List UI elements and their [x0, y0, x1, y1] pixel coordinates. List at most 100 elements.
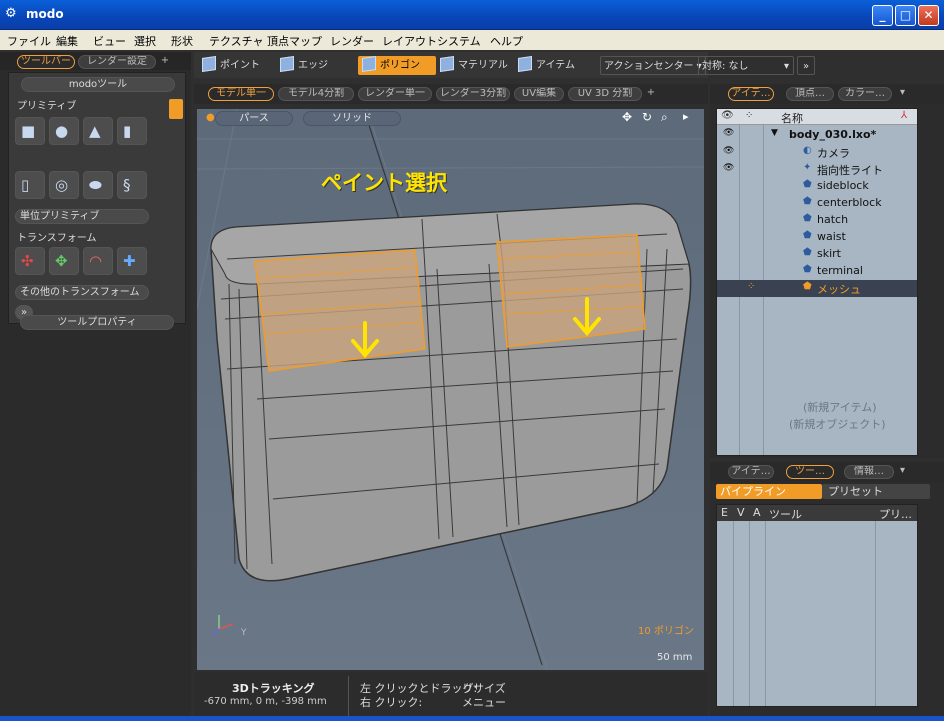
other-transform-dropdown[interactable]: その他のトランスフォーム: [15, 285, 149, 300]
torus-icon[interactable]: ◎: [49, 171, 79, 199]
cube-icon[interactable]: ■: [15, 117, 45, 145]
eye-icon[interactable]: 👁: [723, 163, 734, 173]
item-row[interactable]: ⬟ sideblock: [717, 178, 917, 195]
shading-dropdown[interactable]: ソリッド: [303, 111, 401, 126]
eye-column-icon[interactable]: 👁: [721, 110, 734, 121]
tab-vertex[interactable]: 頂点…: [786, 87, 834, 101]
tab-render-settings[interactable]: レンダー設定: [78, 55, 156, 69]
cylinder-icon[interactable]: ▮: [117, 117, 147, 145]
item-row[interactable]: 👁 ◐ カメラ: [717, 144, 917, 161]
eye-icon[interactable]: 👁: [723, 128, 734, 138]
tab-color[interactable]: カラー…: [838, 87, 892, 101]
symmetry-dropdown-box[interactable]: 対称: なし ▾: [698, 56, 794, 75]
eye-icon[interactable]: 👁: [723, 146, 734, 156]
transform-icon[interactable]: ✣: [15, 247, 45, 275]
item-row[interactable]: ⬟ waist: [717, 229, 917, 246]
item-row[interactable]: ⬟ centerblock: [717, 195, 917, 212]
mode-polygon-button[interactable]: ポリゴン: [358, 56, 436, 75]
action-center-dropdown[interactable]: アクションセンター ▾: [600, 56, 706, 75]
axis-column-icon[interactable]: ⅄: [901, 110, 907, 121]
items-tabstrip: アイテ… 頂点… カラー… ▾: [710, 84, 944, 104]
scale-icon[interactable]: ✚: [117, 247, 147, 275]
tab-items-2[interactable]: アイテ…: [728, 465, 774, 479]
minimize-button[interactable]: _: [872, 5, 893, 26]
3d-viewport[interactable]: パース ソリッド ● ✥ ↻ ⌕ ▸ ペイント選択 10 ポリゴン 50 mm …: [197, 109, 704, 670]
viewport-expand-icon[interactable]: ▸: [683, 110, 689, 123]
hint-right-key: 右 クリック:: [360, 696, 423, 709]
column-e: E: [721, 506, 728, 519]
tool-list-header: E V A ツール プリ…: [717, 505, 917, 521]
tab-tools[interactable]: ツー…: [786, 465, 834, 479]
menu-view[interactable]: ビュー: [93, 33, 126, 49]
zoom-icon[interactable]: ⌕: [661, 110, 668, 125]
tab-uv-edit[interactable]: UV編集: [514, 87, 564, 101]
item-row[interactable]: ⬟ hatch: [717, 212, 917, 229]
axis-y-label: Y: [241, 628, 247, 638]
menu-render[interactable]: レンダー: [330, 33, 374, 49]
mode-vertex-button[interactable]: ポイント: [202, 56, 260, 75]
unit-primitive-dropdown[interactable]: 単位プリミティブ: [15, 209, 149, 224]
mode-edge-button[interactable]: エッジ: [280, 56, 328, 75]
item-row[interactable]: ⁘ ⬟ メッシュ: [717, 280, 917, 297]
sphere-icon[interactable]: ●: [49, 117, 79, 145]
section-primitives: プリミティブ: [17, 101, 77, 112]
cone-icon[interactable]: ▲: [83, 117, 113, 145]
new-item-label[interactable]: (新規アイテム): [803, 399, 876, 415]
mode-item-button[interactable]: アイテム: [518, 56, 575, 75]
tab-presets[interactable]: プリセット: [822, 484, 930, 499]
modo-tools-header[interactable]: modoツール: [21, 77, 175, 92]
toolbar-more-button[interactable]: »: [797, 56, 815, 75]
tab-items[interactable]: アイテ…: [728, 87, 774, 101]
viewport-menu-icon[interactable]: ●: [206, 112, 215, 123]
ellipsoid-icon[interactable]: ⬬: [83, 171, 113, 199]
menu-geometry[interactable]: 形状: [171, 33, 193, 49]
item-row-root[interactable]: 👁 ▼ body_030.lxo*: [717, 127, 917, 143]
close-button[interactable]: ✕: [918, 5, 939, 26]
menu-vertex-map[interactable]: 頂点マップ: [267, 33, 322, 49]
add-viewport-tab-button[interactable]: +: [644, 87, 658, 101]
pan-icon[interactable]: ✥: [622, 110, 632, 124]
item-row[interactable]: ⬟ terminal: [717, 263, 917, 280]
tab-render-single[interactable]: レンダー単一: [358, 87, 432, 101]
tab-info[interactable]: 情報…: [844, 465, 894, 479]
menu-help[interactable]: ヘルプ: [490, 33, 523, 49]
item-row[interactable]: ⬟ skirt: [717, 246, 917, 263]
toroid-icon[interactable]: §: [117, 171, 147, 199]
render-icon[interactable]: ⁘: [747, 281, 755, 292]
rotate-icon[interactable]: ◠: [83, 247, 113, 275]
item-icon: [518, 56, 532, 72]
tab-toolbar[interactable]: ツールバー: [17, 55, 75, 69]
new-object-label[interactable]: (新規オブジェクト): [789, 416, 886, 432]
scroll-handle[interactable]: [169, 99, 183, 119]
rotate-view-icon[interactable]: ↻: [642, 110, 652, 124]
menu-system[interactable]: システム: [437, 33, 481, 49]
menu-select[interactable]: 選択: [134, 33, 156, 49]
items-tab-dropdown-icon[interactable]: ▾: [900, 87, 905, 98]
tools-tab-dropdown-icon[interactable]: ▾: [900, 465, 905, 476]
mode-material-button[interactable]: マテリアル: [440, 56, 508, 75]
column-name: 名称: [781, 112, 803, 125]
render-column-icon[interactable]: ⁘: [745, 110, 753, 121]
tab-render-triple[interactable]: レンダー3分割: [436, 87, 510, 101]
move-icon[interactable]: ✥: [49, 247, 79, 275]
maximize-button[interactable]: □: [895, 5, 916, 26]
menu-layout[interactable]: レイアウト: [382, 33, 437, 49]
add-tab-button[interactable]: +: [158, 55, 172, 69]
menu-file[interactable]: ファイル: [7, 33, 51, 49]
polygon-icon: [362, 56, 376, 72]
tab-model-quad[interactable]: モデル4分割: [278, 87, 354, 101]
expand-arrow-icon[interactable]: ▼: [771, 128, 778, 138]
item-row[interactable]: 👁 ✦ 指向性ライト: [717, 161, 917, 178]
capsule-icon[interactable]: ▯: [15, 171, 45, 199]
status-divider: [348, 676, 349, 716]
tab-pipeline[interactable]: パイプライン: [716, 484, 822, 499]
viewport-tabstrip: モデル単一 モデル4分割 レンダー単一 レンダー3分割 UV編集 UV 3D 分…: [194, 84, 708, 104]
modo-icon[interactable]: ⚙: [5, 6, 21, 22]
perspective-dropdown[interactable]: パース: [215, 111, 293, 126]
tab-model-single[interactable]: モデル単一: [208, 87, 274, 101]
menu-texture[interactable]: テクスチャ: [209, 33, 264, 49]
tab-uv-3d-split[interactable]: UV 3D 分割: [568, 87, 642, 101]
menu-edit[interactable]: 編集: [56, 33, 78, 49]
tool-properties-header[interactable]: ツールプロパティ: [20, 315, 174, 330]
tool-divider-2: [749, 521, 750, 706]
